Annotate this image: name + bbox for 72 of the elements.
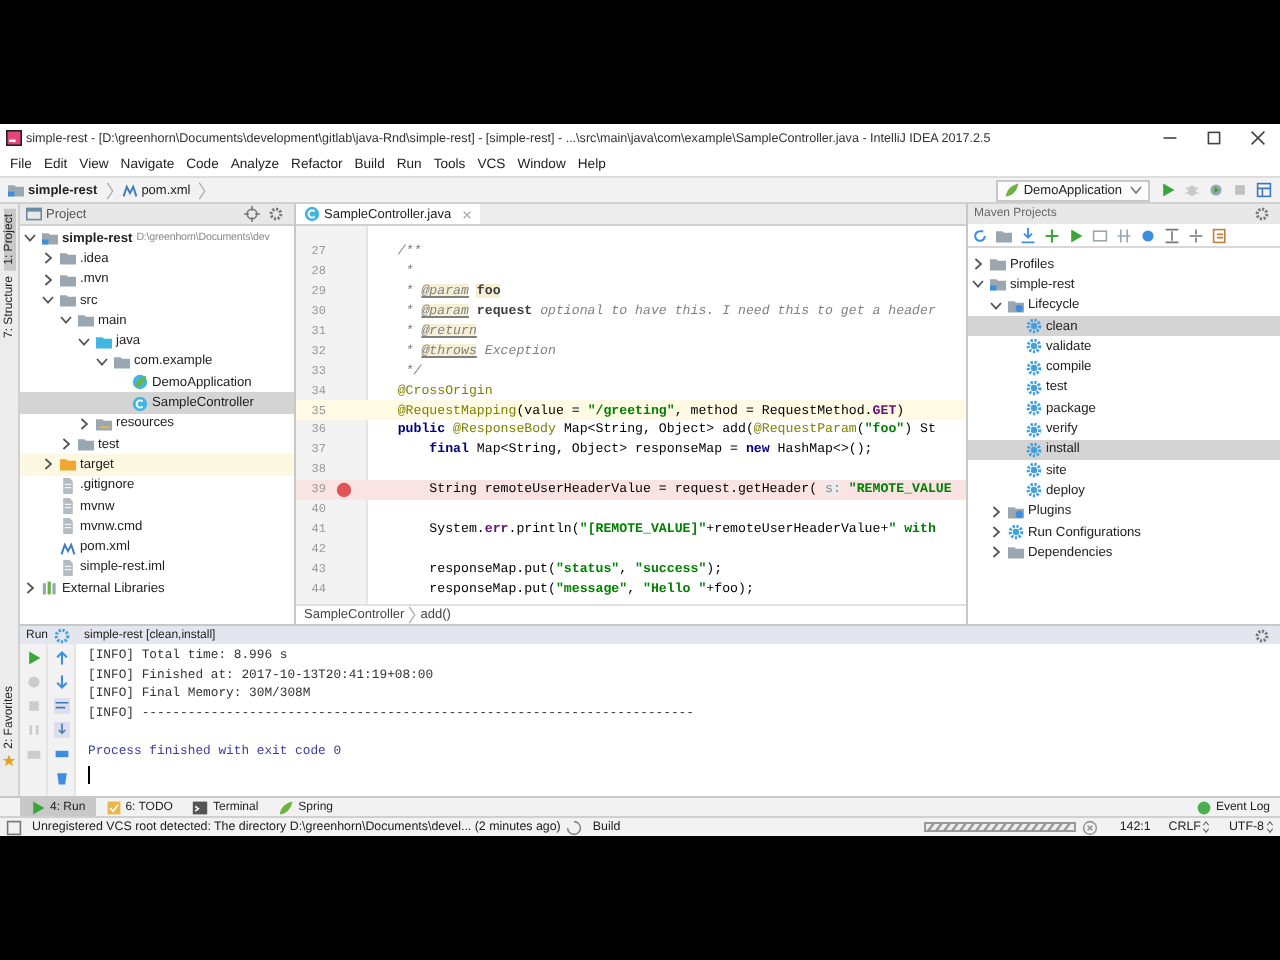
file-icon xyxy=(60,498,76,514)
file-icon xyxy=(60,518,76,535)
chevron-icon[interactable] xyxy=(96,355,108,368)
leaf-icon xyxy=(278,799,295,815)
class-icon xyxy=(132,374,148,391)
chevron-icon[interactable] xyxy=(990,526,1002,538)
chevron-icon xyxy=(408,606,417,624)
chevron-icon[interactable] xyxy=(972,278,984,291)
structure-icon[interactable] xyxy=(1256,182,1272,198)
chevron-icon[interactable] xyxy=(42,273,54,286)
checklist-icon xyxy=(105,799,122,815)
chevron-icon[interactable] xyxy=(60,314,72,327)
trash-icon[interactable] xyxy=(53,770,69,786)
chevron-icon[interactable] xyxy=(78,417,90,430)
target-icon[interactable] xyxy=(244,206,260,222)
scroll-icon[interactable] xyxy=(53,722,69,738)
star-icon xyxy=(2,754,16,768)
maven-file-icon xyxy=(121,182,138,198)
folder-icon xyxy=(42,230,58,247)
coverage-icon[interactable] xyxy=(1208,182,1224,198)
spinner-icon xyxy=(566,819,583,835)
up-down-icon xyxy=(1202,820,1211,834)
maven-file-icon xyxy=(60,539,76,556)
chevron-icon xyxy=(198,181,207,199)
file-icon xyxy=(60,559,76,576)
text-cursor xyxy=(88,765,90,784)
chevron-icon[interactable] xyxy=(78,335,90,348)
libraries-icon xyxy=(42,580,58,597)
class-icon xyxy=(304,206,320,222)
leaf-icon xyxy=(1003,182,1020,198)
chevron-icon[interactable] xyxy=(60,438,72,451)
gear-icon xyxy=(1008,524,1024,540)
down-arrow-icon[interactable] xyxy=(53,674,69,690)
chevron-icon[interactable] xyxy=(42,458,54,471)
refresh-icon[interactable] xyxy=(972,227,988,243)
gear-icon[interactable] xyxy=(268,206,284,222)
run-icon[interactable] xyxy=(1160,182,1176,198)
class-icon xyxy=(132,395,148,412)
settings-icon[interactable] xyxy=(1212,227,1228,243)
gear-icon xyxy=(54,627,71,643)
chevron-icon[interactable] xyxy=(24,232,36,245)
window-icon xyxy=(26,206,42,222)
up-arrow-icon[interactable] xyxy=(53,650,69,666)
breakpoint-icon[interactable] xyxy=(336,481,352,498)
chevron-icon[interactable] xyxy=(972,258,984,271)
folder-icon xyxy=(990,276,1006,293)
folder-icon xyxy=(96,415,112,432)
maximize-icon[interactable] xyxy=(1206,130,1222,146)
gear-icon[interactable] xyxy=(1254,206,1270,222)
download-icon[interactable] xyxy=(1020,227,1036,243)
dot-icon[interactable] xyxy=(1140,227,1156,243)
folder-icon xyxy=(1008,503,1024,520)
chevron-icon[interactable] xyxy=(42,294,54,307)
caret-icon xyxy=(1130,186,1142,194)
chevron-icon[interactable] xyxy=(990,505,1002,518)
close-icon[interactable] xyxy=(1250,130,1266,146)
folder-icon xyxy=(1008,544,1024,561)
chevron-icon xyxy=(105,181,114,199)
plus-icon[interactable] xyxy=(1044,227,1060,243)
chevron-icon[interactable] xyxy=(990,546,1002,559)
terminal-icon xyxy=(192,799,209,815)
folder-icon xyxy=(8,182,24,198)
app-icon xyxy=(6,130,22,146)
wrap-icon[interactable] xyxy=(53,698,69,714)
folder-icon xyxy=(1008,297,1024,314)
gear-icon[interactable] xyxy=(1254,627,1270,643)
chevron-icon[interactable] xyxy=(24,582,36,595)
up-down-icon xyxy=(1266,820,1274,834)
file-icon xyxy=(60,477,76,494)
chevron-icon[interactable] xyxy=(990,299,1002,312)
run-icon[interactable] xyxy=(25,650,41,666)
chevron-icon[interactable] xyxy=(42,252,54,265)
